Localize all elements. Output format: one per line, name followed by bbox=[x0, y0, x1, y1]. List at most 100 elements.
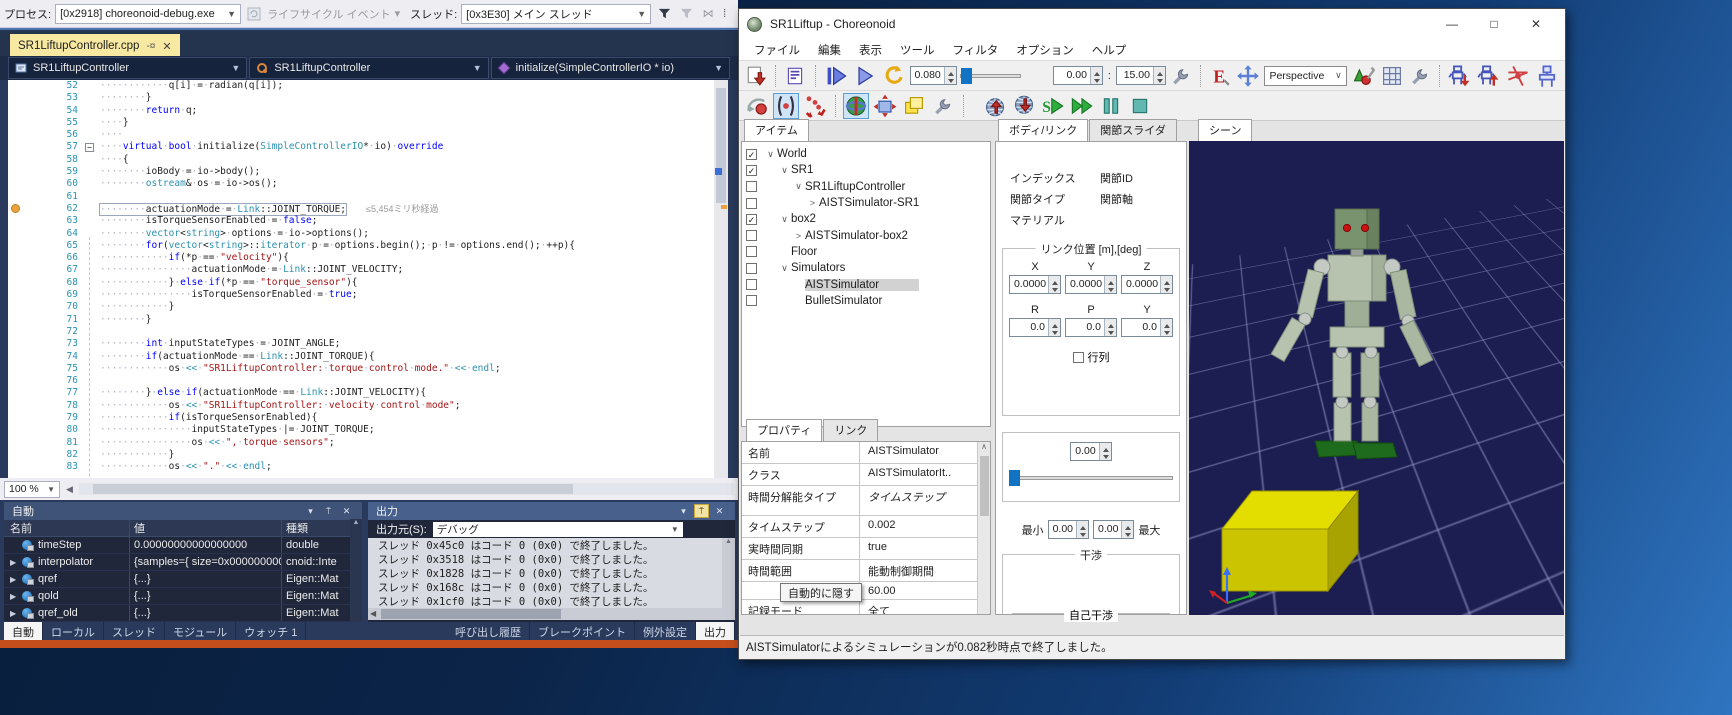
matrix-checkbox[interactable]: 行列 bbox=[1003, 349, 1179, 365]
tree-item[interactable]: ∨SR1LiftupController bbox=[742, 179, 990, 195]
code-line[interactable]: 68············}·else·if(*p·==·"torque_se… bbox=[8, 277, 714, 289]
code-line[interactable]: 59········ioBody·=·io->body(); bbox=[8, 166, 714, 178]
spin-down-icon[interactable] bbox=[1105, 285, 1116, 294]
filter-icon[interactable] bbox=[655, 5, 673, 23]
position-spinbox[interactable]: 0.0000 bbox=[1065, 275, 1117, 294]
spin-buttons[interactable] bbox=[1160, 319, 1172, 336]
tree-expander[interactable]: > bbox=[806, 198, 819, 208]
code-line[interactable]: 76 bbox=[8, 375, 714, 387]
tree-item[interactable]: >AISTSimulator-box2 bbox=[742, 227, 990, 243]
spin-buttons[interactable] bbox=[1153, 67, 1165, 84]
spin-down-icon[interactable] bbox=[1161, 285, 1172, 294]
item-checkbox[interactable] bbox=[746, 295, 757, 306]
autos-row[interactable]: ▶interpolator{samples={ size=0x000000000… bbox=[4, 554, 362, 571]
property-row[interactable]: 時間分解能タイプタイムステップ bbox=[742, 486, 977, 516]
reload-item-button[interactable] bbox=[783, 63, 807, 89]
debug-tab-4[interactable]: ウォッチ 1 bbox=[236, 622, 306, 640]
scrollbar-thumb[interactable] bbox=[381, 609, 561, 619]
document-tab[interactable]: SR1LiftupController.cpp -¤ ✕ bbox=[10, 34, 180, 58]
code-line[interactable]: 61 bbox=[8, 191, 714, 203]
autos-row[interactable]: ▶qref_old{...}Eigen::Mat bbox=[4, 605, 362, 622]
column-value[interactable]: 値 bbox=[130, 520, 282, 536]
spin-buttons[interactable] bbox=[1104, 276, 1116, 293]
property-row[interactable]: クラスAISTSimulatorIt.. bbox=[742, 464, 977, 486]
property-value[interactable]: 能動制御期間 bbox=[860, 560, 977, 581]
tree-item[interactable]: ∨Simulators bbox=[742, 260, 990, 276]
tree-item[interactable]: ✓∨World bbox=[742, 146, 990, 162]
code-line[interactable]: 55····} bbox=[8, 117, 714, 129]
close-button[interactable]: ✕ bbox=[1515, 10, 1557, 38]
property-value[interactable]: 60.00 bbox=[860, 582, 977, 599]
joint-value-spinbox[interactable]: 0.00 bbox=[1070, 442, 1111, 461]
editor-horizontal-scrollbar[interactable] bbox=[79, 483, 734, 495]
code-line[interactable]: 72 bbox=[8, 326, 714, 338]
play-initial-position-button[interactable] bbox=[823, 63, 849, 89]
origin-axis-button[interactable] bbox=[1505, 63, 1531, 89]
property-row[interactable]: 時間範囲能動制御期間 bbox=[742, 560, 977, 582]
member-dropdown[interactable]: initialize(SimpleControllerIO * io)▼ bbox=[491, 57, 730, 79]
auto-hide-pin-icon[interactable]: ⍑ bbox=[694, 504, 709, 518]
autos-row[interactable]: timeStep0.00000000000000000double bbox=[4, 537, 362, 554]
output-log[interactable]: スレッド 0x45c0 はコード 0 (0x0) で終了しました。スレッド 0x… bbox=[368, 538, 735, 608]
maximize-button[interactable]: □ bbox=[1473, 10, 1515, 38]
simulation-start-button[interactable]: S bbox=[1040, 93, 1066, 119]
code-line[interactable]: 53········} bbox=[8, 92, 714, 104]
item-checkbox[interactable] bbox=[746, 198, 757, 209]
save-project-button[interactable] bbox=[744, 63, 768, 89]
scroll-left-arrow[interactable]: ◀ bbox=[370, 609, 376, 618]
expand-icon[interactable]: ▶ bbox=[10, 592, 19, 601]
tree-expander[interactable]: ∨ bbox=[764, 149, 777, 160]
code-line[interactable]: 82············} bbox=[8, 449, 714, 461]
auto-hide-pin-icon[interactable]: ⍑ bbox=[321, 504, 336, 518]
item-checkbox[interactable]: ✓ bbox=[746, 214, 757, 225]
tab-link[interactable]: リンク bbox=[823, 419, 878, 441]
property-value[interactable]: true bbox=[860, 538, 977, 559]
autos-row[interactable]: ▶qref{...}Eigen::Mat bbox=[4, 571, 362, 588]
spin-up-icon[interactable] bbox=[1161, 319, 1172, 328]
window-position-icon[interactable]: ▾ bbox=[676, 504, 691, 518]
property-row[interactable]: 記録モード全て bbox=[742, 600, 977, 615]
edit-mode-button[interactable]: E bbox=[1208, 63, 1232, 89]
autos-scrollbar[interactable]: ▲ bbox=[350, 519, 362, 622]
debug-tab-3[interactable]: モジュール bbox=[165, 622, 236, 640]
code-line[interactable]: 64········vector<string>·options·=·io->o… bbox=[8, 228, 714, 240]
joint-slider[interactable] bbox=[1009, 469, 1173, 487]
window-position-icon[interactable]: ▾ bbox=[303, 504, 318, 518]
store-world-state-button[interactable] bbox=[982, 93, 1008, 119]
spin-buttons[interactable] bbox=[1090, 67, 1102, 84]
project-dropdown[interactable]: SR1LiftupController▼ bbox=[8, 57, 247, 79]
code-line[interactable]: 70············} bbox=[8, 301, 714, 313]
menu-item[interactable]: フィルタ bbox=[944, 40, 1008, 60]
code-line[interactable]: 67················actuationMode·=·Link::… bbox=[8, 264, 714, 276]
code-line[interactable]: 73········int·inputStateTypes·=·JOINT_AN… bbox=[8, 338, 714, 350]
rotation-spinbox[interactable]: 0.0 bbox=[1065, 318, 1117, 337]
item-checkbox[interactable]: ✓ bbox=[746, 165, 757, 176]
lifecycle-events-icon[interactable] bbox=[245, 5, 263, 23]
toolbar-overflow[interactable]: ⁞ bbox=[723, 8, 726, 20]
output-tab-0[interactable]: 呼び出し履歴 bbox=[447, 622, 530, 640]
scroll-left-arrow[interactable]: ◀ bbox=[66, 484, 73, 495]
item-checkbox[interactable] bbox=[746, 230, 757, 241]
output-tab-3[interactable]: 出力 bbox=[696, 622, 735, 640]
time-range-end-spinbox[interactable]: 15.00 bbox=[1116, 66, 1166, 85]
checkbox[interactable] bbox=[1073, 352, 1084, 363]
scene-view[interactable] bbox=[1189, 141, 1564, 615]
expand-icon[interactable]: ▶ bbox=[10, 575, 19, 584]
joint-drag-button[interactable] bbox=[773, 93, 799, 119]
tab-property[interactable]: プロパティ bbox=[746, 419, 822, 441]
item-checkbox[interactable] bbox=[746, 263, 757, 274]
spin-down-icon[interactable] bbox=[1161, 328, 1172, 337]
menu-item[interactable]: 表示 bbox=[850, 40, 891, 60]
spin-buttons[interactable] bbox=[1048, 276, 1060, 293]
spin-up-icon[interactable] bbox=[1105, 319, 1116, 328]
code-line[interactable]: 56···· bbox=[8, 129, 714, 141]
menu-item[interactable]: オプション bbox=[1007, 40, 1083, 60]
code-line[interactable]: 63········isTorqueSensorEnabled·=·false; bbox=[8, 215, 714, 227]
view-translate-button[interactable] bbox=[1235, 63, 1261, 89]
tree-expander[interactable]: ∨ bbox=[778, 263, 791, 274]
tree-item[interactable]: >AISTSimulator-SR1 bbox=[742, 195, 990, 211]
autos-row[interactable]: ▶qold{...}Eigen::Mat bbox=[4, 588, 362, 605]
spin-down-icon[interactable] bbox=[1105, 328, 1116, 337]
output-tab-2[interactable]: 例外設定 bbox=[635, 622, 696, 640]
output-source-select[interactable]: デバッグ ▼ bbox=[433, 522, 683, 537]
